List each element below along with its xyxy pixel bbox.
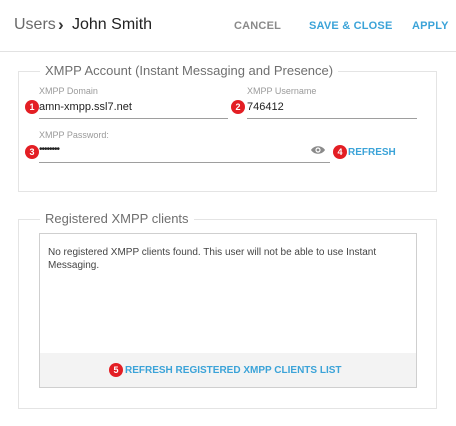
eye-icon[interactable] [310,143,326,155]
breadcrumb-separator: › [58,15,64,34]
registered-clients-legend: Registered XMPP clients [40,211,194,226]
refresh-password-button[interactable]: REFRESH [348,147,396,158]
page-title: John Smith [72,16,153,33]
xmpp-password-field[interactable]: •••••••• [39,144,60,155]
no-clients-message: No registered XMPP clients found. This u… [48,247,377,271]
xmpp-username-label: XMPP Username [247,86,317,96]
annotation-badge-2: 2 [231,100,245,114]
refresh-clients-list-button[interactable]: REFRESH REGISTERED XMPP CLIENTS LIST [125,365,342,376]
xmpp-domain-label: XMPP Domain [39,86,98,96]
save-close-button[interactable]: SAVE & CLOSE [309,20,393,32]
annotation-badge-3: 3 [25,145,39,159]
annotation-badge-4: 4 [333,145,347,159]
cancel-button[interactable]: CANCEL [234,20,281,32]
xmpp-password-underline [39,162,330,163]
xmpp-password-label: XMPP Password: [39,130,109,140]
breadcrumb-users[interactable]: Users [14,16,56,34]
xmpp-username-underline [247,118,417,119]
annotation-badge-1: 1 [25,100,39,114]
page-header: Users › John Smith CANCEL SAVE & CLOSE A… [0,0,456,52]
apply-button[interactable]: APPLY [412,20,449,32]
annotation-badge-5: 5 [109,363,123,377]
xmpp-account-legend: XMPP Account (Instant Messaging and Pres… [40,63,339,78]
xmpp-domain-underline [39,118,228,119]
xmpp-username-field[interactable]: 746412 [247,101,284,113]
xmpp-domain-field[interactable]: amn-xmpp.ssl7.net [39,101,132,113]
